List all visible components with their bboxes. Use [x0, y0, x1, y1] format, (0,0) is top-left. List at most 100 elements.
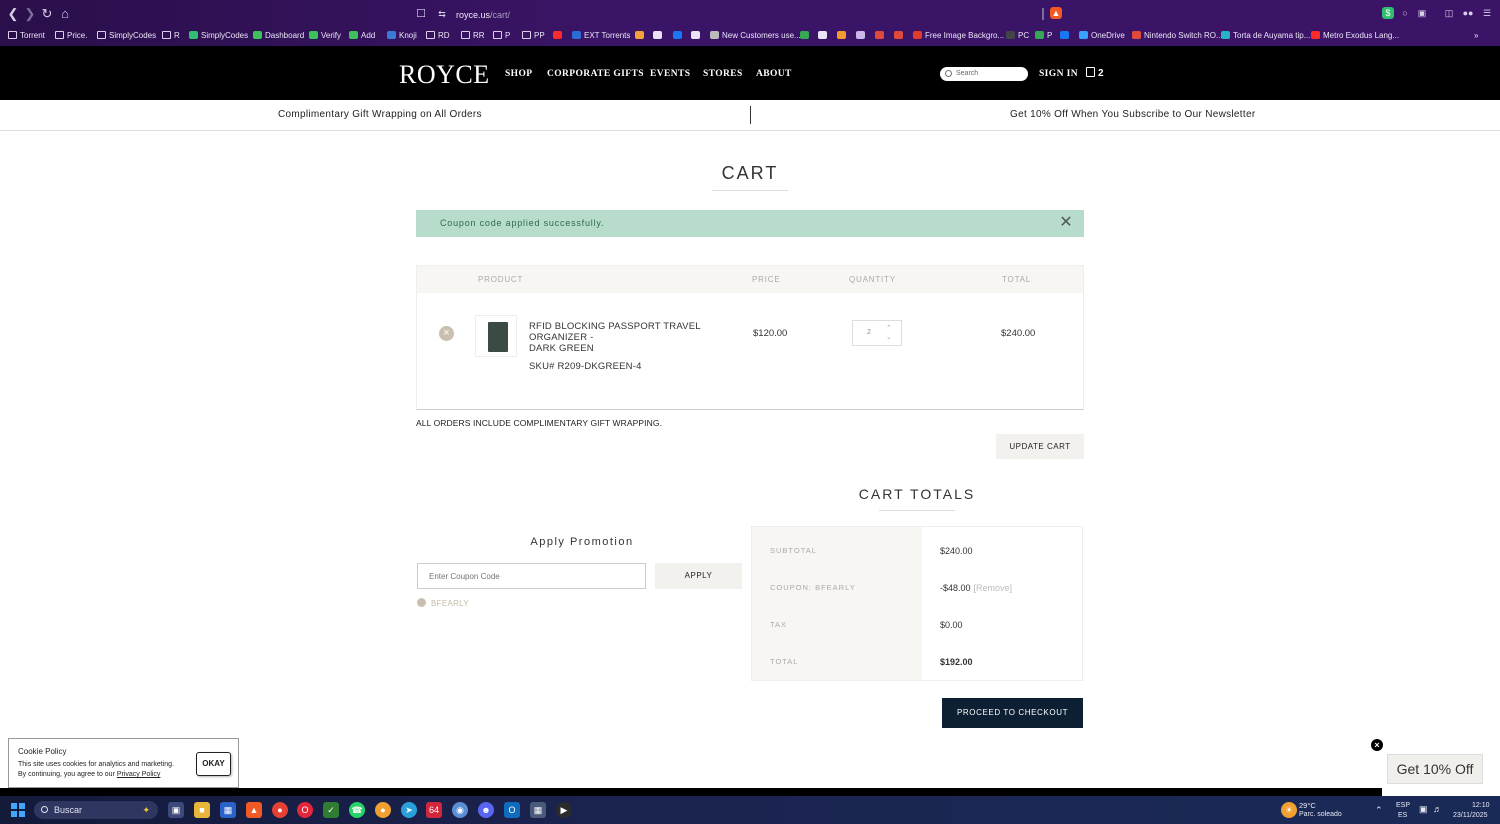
- product-name[interactable]: RFID BLOCKING PASSPORT TRAVEL ORGANIZER …: [529, 321, 709, 354]
- bookmark-item[interactable]: [691, 29, 703, 43]
- privacy-policy-link[interactable]: Privacy Policy: [117, 771, 161, 778]
- nav-stores[interactable]: STORES: [703, 69, 743, 79]
- home-icon[interactable]: ⌂: [57, 6, 73, 22]
- proceed-to-checkout-button[interactable]: PROCEED TO CHECKOUT: [942, 698, 1083, 728]
- back-icon[interactable]: ❮: [5, 6, 21, 22]
- remove-coupon-link[interactable]: [Remove]: [974, 583, 1013, 593]
- extension-box-icon[interactable]: ▣: [1416, 7, 1428, 19]
- discord-icon[interactable]: ☻: [478, 802, 494, 818]
- promo-gift-wrapping[interactable]: Complimentary Gift Wrapping on All Order…: [278, 109, 482, 120]
- bookmark-item[interactable]: [800, 29, 812, 43]
- coupon-tag-icon[interactable]: [417, 598, 426, 607]
- clock-time[interactable]: 12:10: [1472, 802, 1490, 809]
- brave-browser-icon[interactable]: ▲: [246, 802, 262, 818]
- bookmark-item[interactable]: Verify: [309, 29, 341, 43]
- whatsapp-icon[interactable]: ☎: [349, 802, 365, 818]
- bookmark-item[interactable]: [635, 29, 647, 43]
- nav-about[interactable]: ABOUT: [756, 69, 792, 79]
- get-discount-button[interactable]: Get 10% Off: [1387, 754, 1483, 784]
- bookmark-item[interactable]: R: [162, 29, 180, 43]
- bookmark-item[interactable]: EXT Torrents: [572, 29, 630, 43]
- outlook-icon[interactable]: O: [504, 802, 520, 818]
- vpn-icon[interactable]: ●●: [1462, 7, 1474, 19]
- bookmark-item[interactable]: SimplyCodes: [97, 29, 156, 43]
- bookmark-item[interactable]: Price.: [55, 29, 87, 43]
- cart-link[interactable]: 2: [1086, 67, 1104, 79]
- task-view-icon[interactable]: ▣: [168, 802, 184, 818]
- bookmark-item[interactable]: Free Image Backgro...: [913, 29, 1004, 43]
- menu-icon[interactable]: ☰: [1481, 7, 1493, 19]
- bookmark-item[interactable]: Knoji: [387, 29, 417, 43]
- bookmark-item[interactable]: Torta de Auyama tip...: [1221, 29, 1310, 43]
- bookmark-item[interactable]: P: [1035, 29, 1052, 43]
- nav-shop[interactable]: SHOP: [505, 69, 532, 79]
- clock-date[interactable]: 23/11/2025: [1453, 812, 1488, 819]
- taskbar-search[interactable]: Buscar ✦: [34, 801, 158, 819]
- reload-icon[interactable]: ↻: [39, 6, 55, 22]
- close-popup-icon[interactable]: ×: [1371, 739, 1383, 751]
- bookmark-page-icon[interactable]: ☐: [413, 6, 429, 22]
- globe-app-icon[interactable]: ◉: [452, 802, 468, 818]
- promo-newsletter[interactable]: Get 10% Off When You Subscribe to Our Ne…: [1010, 109, 1255, 120]
- bookmark-item[interactable]: RD: [426, 29, 450, 43]
- app-orange-icon[interactable]: ●: [375, 802, 391, 818]
- store-icon[interactable]: ▦: [220, 802, 236, 818]
- bookmark-item[interactable]: [653, 29, 665, 43]
- bookmark-item[interactable]: P: [493, 29, 510, 43]
- royce-logo[interactable]: ROYCE: [399, 60, 490, 90]
- address-bar[interactable]: royce.us/cart/: [456, 6, 1066, 24]
- remove-item-icon[interactable]: ×: [439, 326, 454, 341]
- bookmark-item[interactable]: OneDrive: [1079, 29, 1125, 43]
- nav-corporate-gifts[interactable]: CORPORATE GIFTS: [547, 69, 644, 79]
- chrome-icon[interactable]: ●: [272, 802, 288, 818]
- bookmark-item[interactable]: Dashboard: [253, 29, 304, 43]
- volume-icon[interactable]: ♬: [1433, 804, 1442, 814]
- bookmark-item[interactable]: PC: [1006, 29, 1029, 43]
- product-thumbnail[interactable]: [475, 315, 517, 357]
- bookmark-item[interactable]: [553, 29, 565, 43]
- bookmark-item[interactable]: RR: [461, 29, 485, 43]
- bookmark-item[interactable]: Nintendo Switch RO...: [1132, 29, 1223, 43]
- bookmark-item[interactable]: [894, 29, 906, 43]
- bookmark-item[interactable]: [856, 29, 868, 43]
- brave-shield-icon[interactable]: ▲: [1050, 7, 1062, 19]
- more-bookmarks-icon[interactable]: »: [1474, 29, 1478, 43]
- cookie-okay-button[interactable]: OKAY: [196, 752, 231, 776]
- network-icon[interactable]: ▣: [1419, 804, 1428, 815]
- weather-temp[interactable]: 29°C: [1299, 801, 1316, 810]
- update-cart-button[interactable]: UPDATE CART: [996, 434, 1084, 459]
- bookmark-item[interactable]: [837, 29, 849, 43]
- extension-simplycodes-icon[interactable]: $: [1382, 7, 1394, 19]
- quantity-stepper[interactable]: 2 ⌃ ⌄: [852, 320, 902, 346]
- forward-icon[interactable]: ❯: [22, 6, 38, 22]
- chevron-down-icon[interactable]: ⌄: [886, 333, 892, 341]
- quantity-value[interactable]: 2: [867, 329, 871, 336]
- bookmark-item[interactable]: New Customers use...: [710, 29, 801, 43]
- language-bottom[interactable]: ES: [1398, 812, 1407, 819]
- windows-start-icon[interactable]: [11, 803, 25, 817]
- media-player-icon[interactable]: ▶: [556, 802, 572, 818]
- file-explorer-icon[interactable]: ■: [194, 802, 210, 818]
- sidebar-toggle-icon[interactable]: ◫: [1443, 7, 1455, 19]
- bookmark-item[interactable]: PP: [522, 29, 545, 43]
- bookmark-item[interactable]: [673, 29, 685, 43]
- bookmark-item[interactable]: SimplyCodes: [189, 29, 248, 43]
- bookmark-item[interactable]: Add: [349, 29, 375, 43]
- bookmark-item[interactable]: [818, 29, 830, 43]
- sign-in-link[interactable]: SIGN IN: [1039, 69, 1078, 79]
- site-search-input[interactable]: Search: [940, 67, 1028, 81]
- calculator-icon[interactable]: ▦: [530, 802, 546, 818]
- chevron-up-icon[interactable]: ⌃: [1375, 805, 1383, 816]
- weather-desc[interactable]: Parc. soleado: [1299, 811, 1342, 818]
- close-icon[interactable]: ✕: [1058, 214, 1074, 232]
- coupon-code-input[interactable]: [417, 563, 646, 589]
- bookmark-item[interactable]: Torrent: [8, 29, 45, 43]
- apply-coupon-button[interactable]: APPLY: [655, 563, 742, 589]
- app-green-icon[interactable]: ✓: [323, 802, 339, 818]
- opera-icon[interactable]: O: [297, 802, 313, 818]
- bookmark-item[interactable]: [875, 29, 887, 43]
- weather-icon[interactable]: ☀: [1281, 802, 1297, 818]
- bookmark-item[interactable]: [1060, 29, 1072, 43]
- site-settings-icon[interactable]: ⇆: [436, 6, 448, 22]
- app-64-icon[interactable]: 64: [426, 802, 442, 818]
